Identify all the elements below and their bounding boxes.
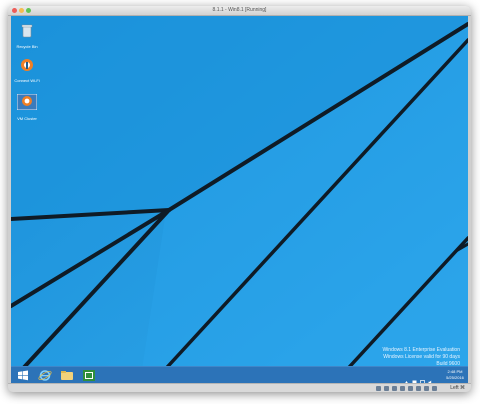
vm-status-bar: Left ⌘ — [8, 383, 471, 392]
store-button[interactable] — [81, 369, 97, 382]
desktop-icon-label: Connect Wi-Fi — [14, 78, 40, 83]
system-tray: 2:48 PM 5/25/2016 — [404, 369, 464, 385]
windows-logo-icon — [18, 370, 28, 381]
action-center-flag-icon[interactable] — [412, 372, 417, 384]
volume-icon[interactable] — [428, 372, 433, 385]
desktop-icon-label: VM Cluster — [17, 116, 37, 121]
mouse-integration-icon[interactable] — [432, 386, 437, 391]
host-key-label: Left ⌘ — [450, 385, 465, 391]
watermark-edition: Windows 8.1 Enterprise Evaluation — [382, 347, 460, 353]
desktop-icon-app-2[interactable]: VM Cluster — [13, 93, 41, 121]
app-shortcut-icon — [21, 59, 33, 71]
vm-window: 8.1.1 - Win8.1 [Running] Recycle Bin Con… — [8, 6, 471, 392]
display-icon[interactable] — [408, 386, 413, 391]
wallpaper — [11, 16, 468, 376]
window-titlebar[interactable]: 8.1.1 - Win8.1 [Running] — [8, 6, 471, 16]
usb-icon[interactable] — [392, 386, 397, 391]
recycle-bin-icon — [21, 24, 33, 38]
show-hidden-icons-icon[interactable] — [404, 372, 409, 384]
guest-desktop[interactable]: Recycle Bin Connect Wi-Fi VM Cluster Win… — [11, 16, 468, 376]
clock-date: 5/25/2016 — [446, 375, 464, 380]
store-icon — [83, 370, 95, 381]
internet-explorer-icon — [38, 370, 52, 381]
network-icon[interactable] — [420, 372, 425, 384]
folder-icon — [61, 371, 73, 380]
start-button[interactable] — [15, 369, 31, 382]
watermark-license: Windows License valid for 90 days — [383, 354, 460, 360]
app-shortcut-icon — [16, 93, 38, 111]
internet-explorer-button[interactable] — [37, 369, 53, 382]
shared-folders-icon[interactable] — [400, 386, 405, 391]
clock[interactable]: 2:48 PM 5/25/2016 — [446, 369, 464, 381]
guest-taskbar: 2:48 PM 5/25/2016 — [11, 366, 468, 385]
window-title: 8.1.1 - Win8.1 [Running] — [212, 7, 267, 13]
desktop-icon-label: Recycle Bin — [16, 44, 38, 49]
desktop-icon-recycle-bin[interactable]: Recycle Bin — [13, 24, 41, 49]
video-capture-icon[interactable] — [416, 386, 421, 391]
hard-disk-icon[interactable] — [376, 386, 381, 391]
file-explorer-button[interactable] — [59, 369, 75, 382]
network-adapter-icon[interactable] — [424, 386, 429, 391]
desktop-icon-app-1[interactable]: Connect Wi-Fi — [13, 58, 41, 83]
optical-drive-icon[interactable] — [384, 386, 389, 391]
evaluation-watermark: Windows 8.1 Enterprise Evaluation Window… — [382, 347, 460, 368]
